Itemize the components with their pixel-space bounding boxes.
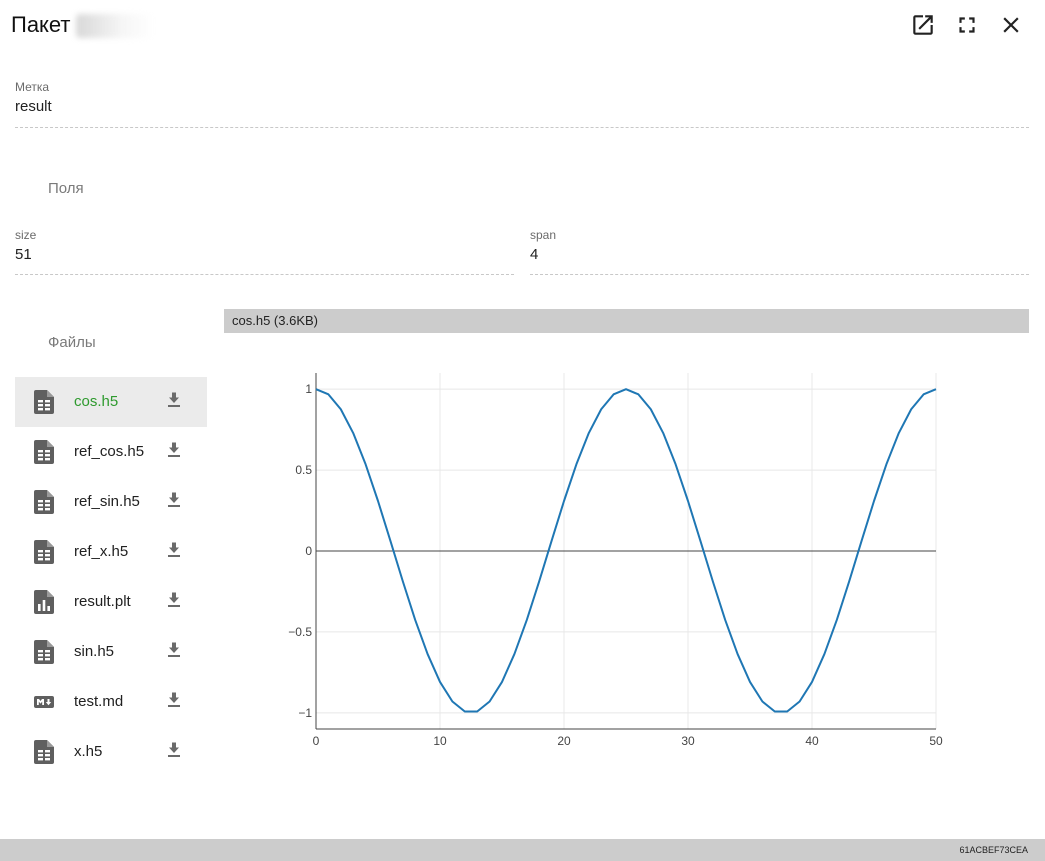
redacted-title-suffix (76, 14, 154, 38)
file-item[interactable]: ref_x.h5 (15, 527, 207, 577)
chart-file-icon (34, 590, 54, 614)
size-field-label: size (15, 228, 37, 242)
download-icon[interactable] (166, 591, 182, 609)
x-tick-label: 50 (929, 734, 943, 748)
file-item[interactable]: test.md (15, 677, 207, 727)
spreadsheet-file-icon (34, 490, 54, 514)
x-tick-label: 0 (313, 734, 320, 748)
file-item[interactable]: ref_sin.h5 (15, 477, 207, 527)
fullscreen-button[interactable] (954, 12, 980, 38)
fields-section-title: Поля (48, 180, 84, 197)
file-item[interactable]: sin.h5 (15, 627, 207, 677)
file-item[interactable]: x.h5 (15, 727, 207, 777)
spreadsheet-file-icon (34, 640, 54, 664)
download-icon[interactable] (166, 391, 182, 409)
file-item[interactable]: result.plt (15, 577, 207, 627)
spreadsheet-file-icon (34, 540, 54, 564)
download-icon[interactable] (166, 441, 182, 459)
x-tick-label: 40 (805, 734, 819, 748)
status-id: 61ACBEF73CEA (959, 845, 1028, 855)
download-icon[interactable] (166, 641, 182, 659)
file-name: x.h5 (74, 743, 103, 760)
status-bar: 61ACBEF73CEA (0, 839, 1045, 861)
download-icon[interactable] (166, 491, 182, 509)
line-chart: 0 10 20 30 40 50 1 0.5 0 −0.5 −1 (288, 373, 943, 748)
file-name: ref_x.h5 (74, 543, 129, 560)
preview-header: cos.h5 (3.6KB) (224, 309, 1029, 333)
label-field[interactable]: Метка result (15, 80, 1029, 128)
x-tick-label: 10 (433, 734, 447, 748)
size-field-value: 51 (15, 246, 32, 263)
y-tick-label: −1 (298, 706, 312, 720)
span-field[interactable]: span 4 (530, 228, 1029, 275)
file-name: ref_sin.h5 (74, 493, 140, 510)
file-list: cos.h5 ref_cos.h5 ref_sin.h5 ref_x.h5result… (15, 377, 207, 777)
download-icon[interactable] (166, 691, 182, 709)
file-item[interactable]: cos.h5 (15, 377, 207, 427)
spreadsheet-file-icon (34, 390, 54, 414)
file-name: cos.h5 (74, 393, 119, 410)
y-tick-label: −0.5 (288, 625, 312, 639)
label-field-value: result (15, 98, 52, 115)
file-name: result.plt (74, 593, 131, 610)
open-in-new-button[interactable] (910, 12, 936, 38)
y-tick-label: 0.5 (295, 463, 312, 477)
preview-file-info: cos.h5 (3.6KB) (232, 313, 318, 328)
x-tick-label: 30 (681, 734, 695, 748)
size-field[interactable]: size 51 (15, 228, 514, 275)
file-name: test.md (74, 693, 124, 710)
close-icon (1003, 17, 1019, 33)
markdown-icon (34, 690, 54, 714)
open-in-new-icon (913, 15, 933, 35)
file-item[interactable]: ref_cos.h5 (15, 427, 207, 477)
span-field-value: 4 (530, 246, 539, 263)
x-tick-label: 20 (557, 734, 571, 748)
spreadsheet-file-icon (34, 440, 54, 464)
label-field-label: Метка (15, 80, 50, 94)
series-line (315, 388, 937, 713)
dialog-header: Пакет (0, 0, 1045, 52)
file-name: sin.h5 (74, 643, 115, 660)
download-icon[interactable] (166, 541, 182, 559)
fullscreen-icon (959, 17, 975, 33)
spreadsheet-file-icon (34, 740, 54, 764)
y-tick-label: 1 (305, 382, 312, 396)
file-name: ref_cos.h5 (74, 443, 145, 460)
y-tick-label: 0 (305, 544, 312, 558)
dialog-title: Пакет (11, 12, 71, 37)
files-section-title: Файлы (48, 334, 96, 351)
close-button[interactable] (998, 12, 1024, 38)
span-field-label: span (530, 228, 557, 242)
download-icon[interactable] (166, 741, 182, 759)
